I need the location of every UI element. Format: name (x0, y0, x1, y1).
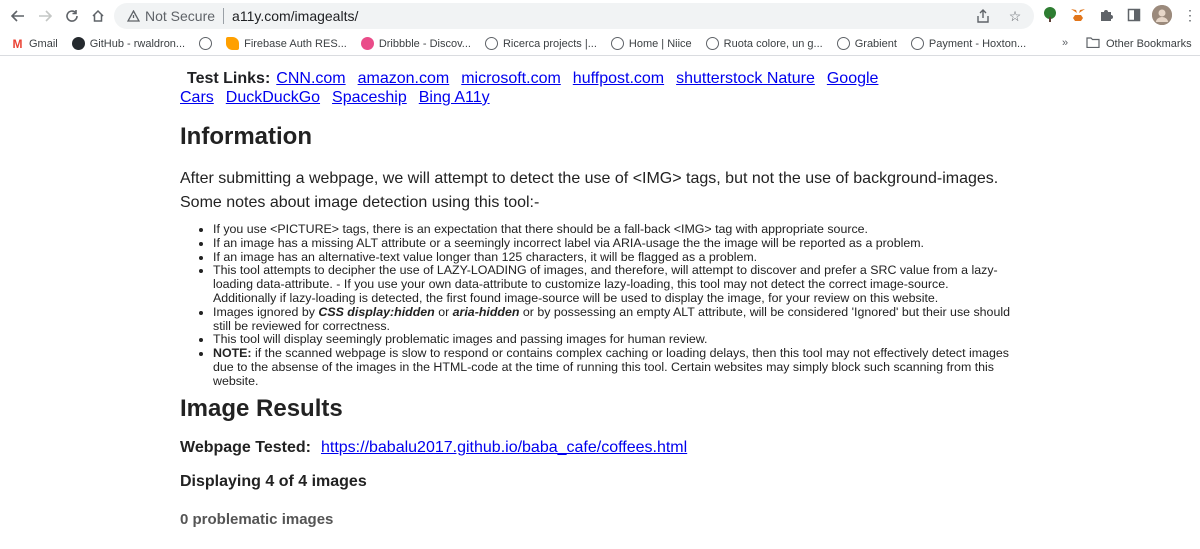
displaying-count: Displaying 4 of 4 images (180, 473, 367, 490)
reload-icon[interactable] (61, 6, 83, 26)
test-link-spaceship[interactable]: Spaceship (332, 89, 407, 106)
globe-icon (610, 37, 624, 50)
test-links-label: Test Links: (187, 70, 271, 87)
bookmark-label: Firebase Auth RES... (244, 37, 347, 50)
dribbble-icon (360, 37, 374, 50)
gmail-icon: M (12, 36, 23, 51)
image-results-heading: Image Results (180, 395, 343, 422)
bookmark-grabient[interactable]: Grabient (830, 33, 904, 55)
browser-toolbar: Not Secure a11y.com/imagealts/ ☆ ⋮ (0, 0, 1200, 32)
bookmark-gmail[interactable]: M Gmail (4, 33, 65, 55)
test-link-amazon[interactable]: amazon.com (358, 70, 450, 87)
information-heading: Information (180, 123, 312, 150)
side-panel-icon[interactable] (1124, 5, 1144, 25)
test-link-huffpost[interactable]: huffpost.com (573, 70, 664, 87)
note-text: if the scanned webpage is slow to respon… (213, 346, 1009, 388)
bookmark-label: GitHub - rwaldron... (89, 37, 186, 50)
menu-kebab-icon[interactable]: ⋮ (1180, 5, 1200, 25)
other-bookmarks-folder[interactable]: Other Bookmarks (1086, 32, 1192, 56)
bookmark-label: Ricerca projects |... (502, 37, 597, 50)
note-text: Images ignored by (213, 304, 319, 319)
note-text: or (434, 304, 453, 319)
note-item: If an image has a missing ALT attribute … (213, 236, 1013, 251)
note-item: Images ignored by CSS display:hidden or … (213, 304, 1013, 334)
bookmark-star-icon[interactable]: ☆ (1006, 7, 1024, 25)
warning-icon (126, 9, 140, 23)
share-icon[interactable] (974, 7, 992, 25)
address-bar[interactable]: Not Secure a11y.com/imagealts/ ☆ (114, 3, 1034, 29)
globe-icon (484, 37, 498, 50)
note-item: If an image has an alternative-text valu… (213, 250, 1013, 265)
note-item: NOTE: if the scanned webpage is slow to … (213, 346, 1013, 388)
firebase-icon (226, 37, 240, 50)
bookmarks-bar: M Gmail GitHub - rwaldron... Firebase Au… (0, 32, 1200, 56)
home-icon[interactable] (87, 6, 109, 26)
bookmark-label: Home | Niice (628, 37, 692, 50)
url-text[interactable]: a11y.com/imagealts/ (232, 8, 358, 24)
bookmark-globe[interactable] (192, 33, 219, 55)
bookmark-label: Grabient (854, 37, 897, 50)
bookmark-label: Gmail (29, 37, 58, 50)
bookmark-ricerca[interactable]: Ricerca projects |... (478, 33, 604, 55)
page-content: Test Links: CNN.com amazon.com microsoft.co… (0, 57, 1200, 549)
bookmark-payment[interactable]: Payment - Hoxton... (904, 33, 1033, 55)
globe-icon (836, 37, 850, 50)
omnibox-divider (223, 8, 225, 24)
test-link-cnn[interactable]: CNN.com (276, 70, 345, 87)
security-status: Not Secure (145, 8, 216, 24)
note-aria-term: aria-hidden (452, 304, 520, 319)
tested-label: Webpage Tested: (180, 439, 311, 456)
globe-icon (199, 37, 213, 50)
problematic-count: 0 problematic images (180, 511, 334, 528)
notes-list: If you use <PICTURE> tags, there is an e… (213, 222, 1013, 389)
bookmark-niice[interactable]: Home | Niice (604, 33, 699, 55)
folder-icon (1086, 37, 1100, 51)
note-item: This tool will display seemingly problem… (213, 333, 1013, 347)
bookmark-firebase[interactable]: Firebase Auth RES... (219, 33, 354, 55)
bookmark-label: Payment - Hoxton... (928, 37, 1027, 50)
test-link-bing-a11y[interactable]: Bing A11y (419, 89, 490, 106)
bookmark-github[interactable]: GitHub - rwaldron... (65, 33, 192, 55)
tree-extension-icon[interactable] (1040, 5, 1060, 25)
globe-icon (910, 37, 924, 50)
note-item: This tool attempts to decipher the use o… (213, 263, 1013, 305)
other-bookmarks-label: Other Bookmarks (1106, 38, 1192, 50)
test-links: Test Links: CNN.com amazon.com microsoft.co… (180, 69, 1040, 107)
profile-avatar[interactable] (1152, 5, 1172, 25)
extensions-puzzle-icon[interactable] (1096, 5, 1116, 25)
notes-intro: Some notes about image detection using t… (180, 194, 540, 211)
bookmark-ruota[interactable]: Ruota colore, un g... (699, 33, 830, 55)
forward-arrow-icon[interactable] (34, 6, 56, 26)
webpage-tested: Webpage Tested: https://babalu2017.github… (180, 439, 687, 457)
test-link-duckduckgo[interactable]: DuckDuckGo (226, 89, 320, 106)
test-link-microsoft[interactable]: microsoft.com (461, 70, 561, 87)
test-link-shutterstock[interactable]: shutterstock Nature (676, 70, 815, 87)
note-css-term: CSS display:hidden (318, 304, 435, 319)
bookmark-label: Ruota colore, un g... (723, 37, 823, 50)
globe-icon (705, 37, 719, 50)
github-icon (71, 37, 85, 50)
tested-url-link[interactable]: https://babalu2017.github.io/baba_cafe/c… (321, 439, 687, 456)
intro-text: After submitting a webpage, we will atte… (180, 170, 999, 187)
note-item: If you use <PICTURE> tags, there is an e… (213, 222, 1013, 237)
back-arrow-icon[interactable] (7, 6, 29, 26)
bookmarks-overflow-button[interactable]: » (1062, 37, 1068, 49)
note-label: NOTE: (213, 346, 252, 361)
bookmark-label: Dribbble - Discov... (378, 37, 471, 50)
metamask-icon[interactable] (1068, 5, 1088, 25)
bookmark-dribbble[interactable]: Dribbble - Discov... (354, 33, 478, 55)
